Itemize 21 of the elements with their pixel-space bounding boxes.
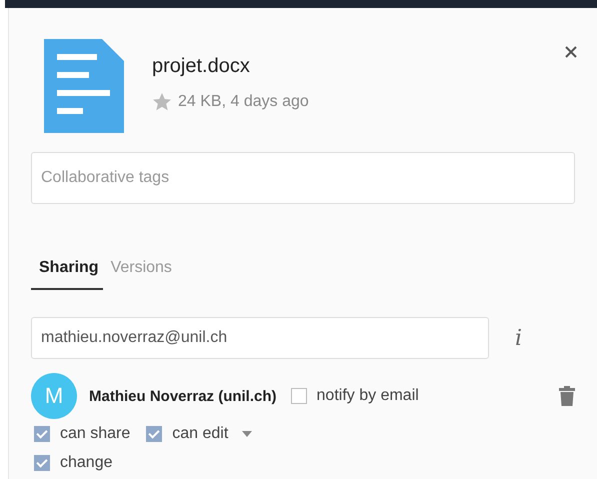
checkbox[interactable]: [34, 455, 50, 471]
checkbox-label[interactable]: can share: [60, 425, 130, 443]
file-meta: 24 KB, 4 days ago: [178, 93, 309, 111]
checkbox-label[interactable]: can edit: [172, 425, 228, 443]
tags-field[interactable]: Collaborative tags: [31, 152, 575, 204]
checkbox-label[interactable]: notify by email: [316, 387, 419, 405]
star-icon[interactable]: [152, 92, 172, 112]
caret-icon[interactable]: [242, 431, 252, 437]
info-icon[interactable]: i: [515, 326, 522, 350]
checkbox-label[interactable]: change: [60, 454, 112, 472]
document-icon: [44, 39, 124, 133]
trash-icon[interactable]: [559, 386, 575, 406]
user-name: Mathieu Noverraz (unil.ch): [89, 388, 277, 404]
checkbox[interactable]: [290, 388, 307, 404]
tab[interactable]: Sharing: [31, 256, 103, 290]
file-name: projet.docx: [152, 55, 251, 78]
share-field[interactable]: mathieu.noverraz@unil.ch: [31, 317, 489, 359]
checkbox[interactable]: [34, 426, 50, 442]
avatar: M: [31, 373, 77, 419]
close-icon[interactable]: [565, 46, 577, 58]
checkbox[interactable]: [146, 426, 162, 442]
